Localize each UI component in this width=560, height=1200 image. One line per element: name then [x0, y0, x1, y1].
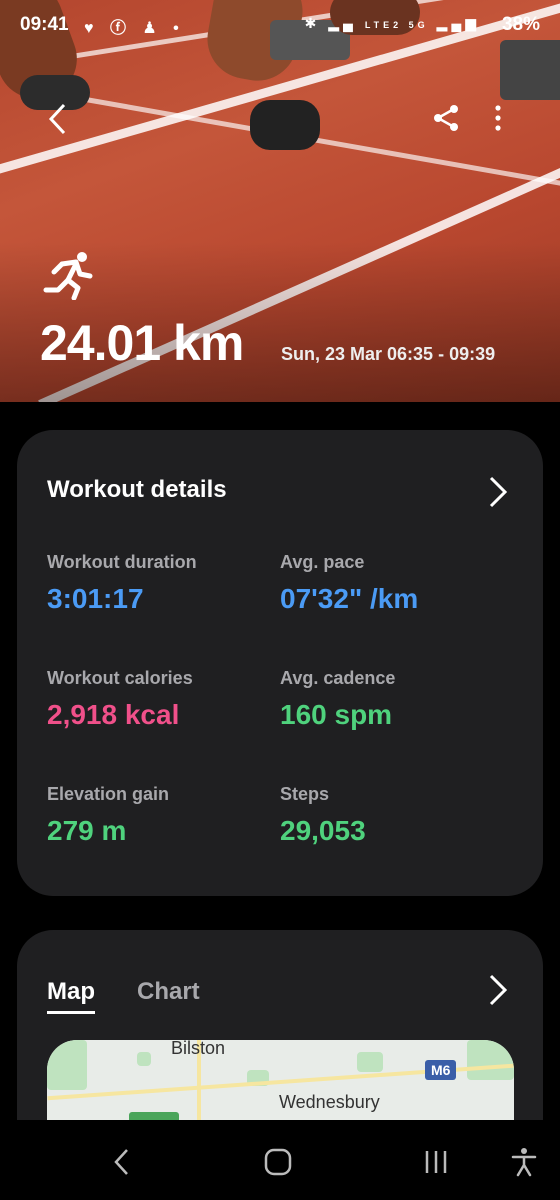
- metric-value: 07'32" /km: [280, 583, 419, 614]
- map-park: [467, 1040, 514, 1080]
- metric-value: 2,918 kcal: [47, 699, 180, 730]
- tab-chart[interactable]: Chart: [137, 978, 200, 1006]
- metric-elevation-gain: Elevation gain 279 m: [47, 784, 169, 847]
- back-button[interactable]: [36, 97, 80, 141]
- map-park: [357, 1052, 383, 1072]
- metric-value: 3:01:17: [47, 583, 144, 614]
- metric-label: Steps: [280, 784, 330, 804]
- metric-value: 160 spm: [280, 699, 393, 730]
- status-time: 09:41: [20, 14, 69, 35]
- nav-recents-button[interactable]: [414, 1140, 458, 1184]
- tab-map[interactable]: Map: [47, 978, 95, 1014]
- runner-shoe-shape: [250, 100, 320, 150]
- chevron-right-icon[interactable]: [483, 472, 513, 512]
- metric-label: Workout duration: [47, 552, 197, 572]
- map-motorway-badge: M6: [425, 1060, 457, 1080]
- map-park: [137, 1052, 151, 1066]
- map-label-town: Wednesbury: [279, 1092, 380, 1112]
- network-label: LTE2 5G: [364, 20, 429, 30]
- metric-workout-calories: Workout calories 2,918 kcal: [47, 668, 193, 731]
- metric-label: Avg. pace: [280, 552, 365, 572]
- notification-icons: ♥ ⓕ ♟ •: [84, 20, 185, 37]
- chevron-left-icon: [48, 103, 66, 135]
- system-navigation-bar: [0, 1120, 560, 1200]
- nav-back-button[interactable]: [100, 1140, 144, 1184]
- metric-avg-pace: Avg. pace 07'32" /km: [280, 552, 418, 615]
- metric-value: 279 m: [47, 815, 127, 846]
- metric-label: Elevation gain: [47, 784, 170, 804]
- more-vertical-icon: [495, 105, 501, 131]
- nav-accessibility-button[interactable]: [502, 1140, 546, 1184]
- running-icon: [43, 252, 93, 300]
- hero-banner: 09:41 ♥ ⓕ ♟ • ✱ ▂▄ LTE2 5G ▂▄▆ 38% 24.01…: [0, 0, 560, 402]
- map-park: [47, 1040, 87, 1090]
- chevron-left-icon: [114, 1149, 128, 1175]
- nav-home-button[interactable]: [256, 1140, 300, 1184]
- battery-indicator: 38%: [501, 14, 540, 35]
- accessibility-icon: [511, 1148, 537, 1177]
- metric-steps: Steps 29,053: [280, 784, 366, 847]
- chevron-right-icon[interactable]: [483, 970, 513, 1010]
- share-icon: [434, 105, 458, 131]
- metric-label: Avg. cadence: [280, 668, 396, 688]
- map-label-town: Bilston: [171, 1040, 226, 1058]
- metric-avg-cadence: Avg. cadence 160 spm: [280, 668, 395, 731]
- status-bar: 09:41 ♥ ⓕ ♟ • ✱ ▂▄ LTE2 5G ▂▄▆ 38%: [0, 0, 560, 50]
- workout-details-title: Workout details: [47, 476, 227, 503]
- metric-workout-duration: Workout duration 3:01:17: [47, 552, 197, 615]
- network-icons: ✱ ▂▄ LTE2 5G ▂▄▆: [304, 15, 480, 31]
- metric-value: 29,053: [280, 815, 366, 846]
- workout-datetime: Sun, 23 Mar 06:35 - 09:39: [281, 344, 496, 364]
- metric-label: Workout calories: [47, 668, 193, 688]
- home-icon: [264, 1148, 292, 1176]
- workout-distance: 24.01 km: [40, 315, 244, 371]
- recents-icon: [425, 1151, 447, 1173]
- more-options-button[interactable]: [476, 96, 520, 140]
- share-button[interactable]: [424, 96, 468, 140]
- workout-details-card[interactable]: Workout details Workout duration 3:01:17…: [17, 430, 543, 896]
